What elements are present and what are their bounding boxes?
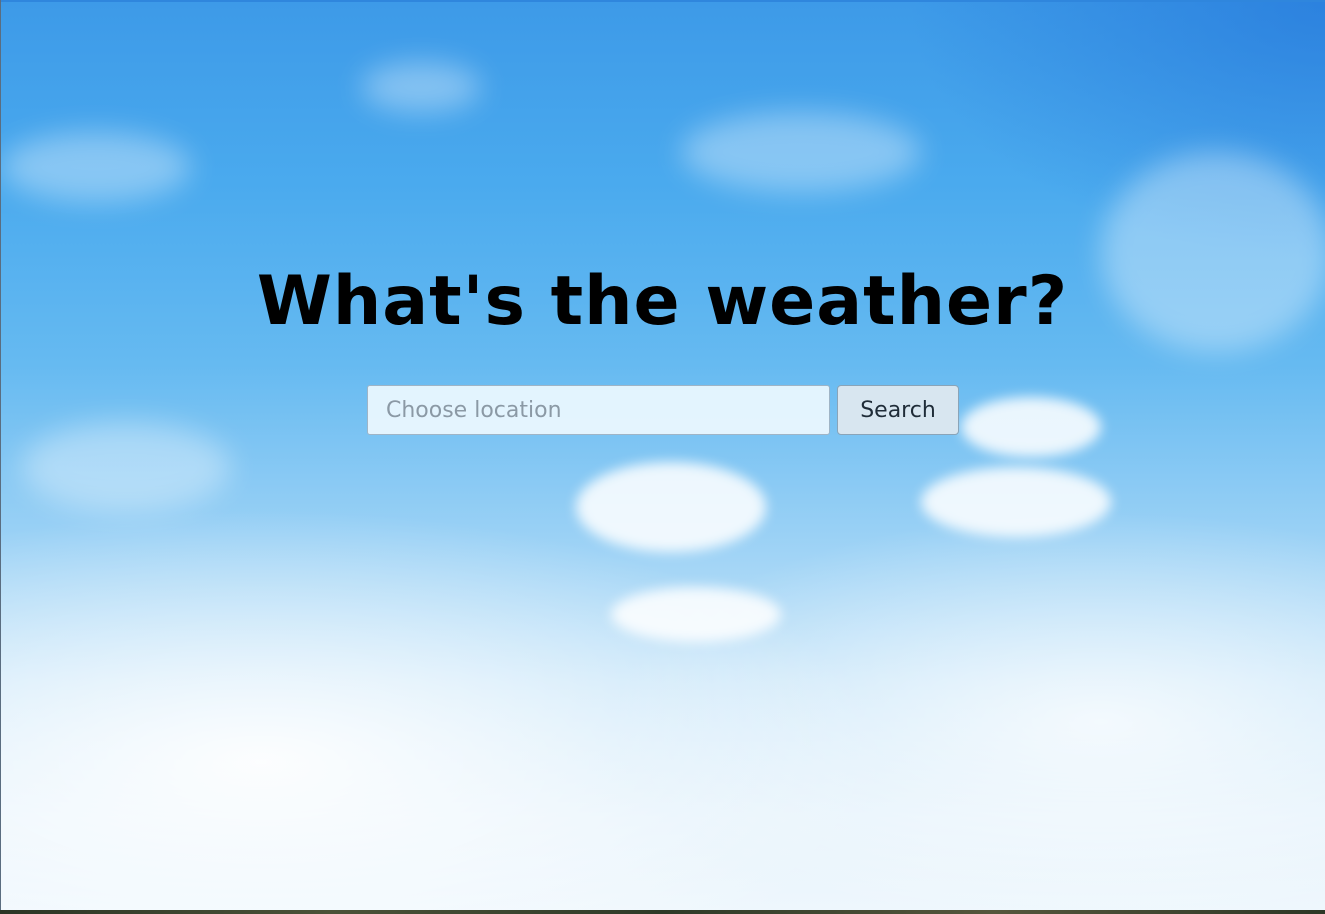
location-input[interactable] <box>367 385 830 435</box>
sky-background <box>1 2 1325 910</box>
cloud-wisp <box>1 132 191 202</box>
search-section: What's the weather? Search <box>0 262 1325 435</box>
cloud-wisp <box>361 62 481 112</box>
cloud-wisp <box>21 422 231 512</box>
cloud <box>576 462 766 552</box>
page-title: What's the weather? <box>256 262 1069 341</box>
weather-page: What's the weather? Search <box>0 0 1325 914</box>
cloud-wisp <box>681 112 921 192</box>
cloud <box>611 587 781 642</box>
ground-strip <box>0 910 1325 914</box>
search-form: Search <box>367 385 959 435</box>
search-button[interactable]: Search <box>837 385 959 435</box>
cloud <box>921 467 1111 537</box>
cloud <box>961 397 1101 457</box>
